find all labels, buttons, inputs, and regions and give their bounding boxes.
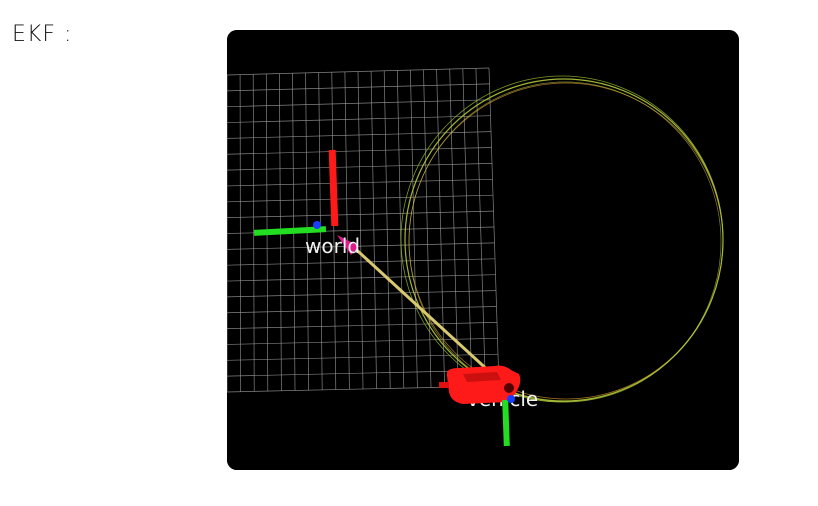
rviz-3d-viewport[interactable]: world vehicle: [227, 30, 739, 470]
scene-canvas: world vehicle: [227, 30, 739, 470]
vehicle-wheel: [504, 383, 514, 393]
ekf-annotation: EKF :: [12, 22, 73, 47]
world-frame-label: world: [305, 234, 360, 258]
vehicle-z-axis: [507, 395, 515, 403]
vehicle-bumper: [439, 382, 449, 388]
world-z-axis: [313, 221, 321, 229]
